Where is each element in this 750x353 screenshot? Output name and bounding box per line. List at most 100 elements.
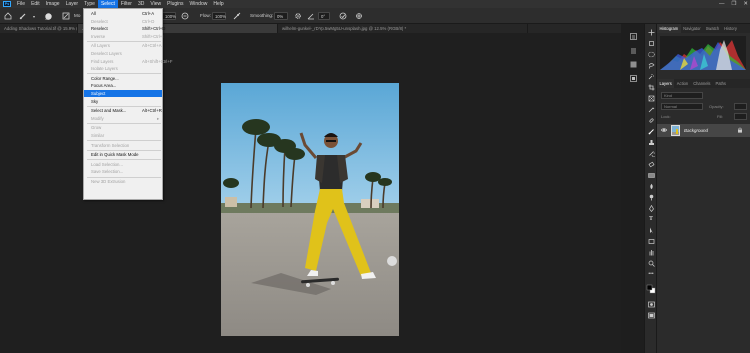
symmetry-icon[interactable] bbox=[354, 11, 364, 21]
lasso-tool-icon[interactable] bbox=[646, 61, 656, 69]
menu-file[interactable]: File bbox=[14, 0, 28, 8]
panel-tab-swatch[interactable]: Swatch bbox=[703, 24, 721, 33]
adjustments-panel-icon[interactable] bbox=[629, 60, 638, 69]
menu-item-similar[interactable]: Similar bbox=[84, 132, 162, 139]
menu-item-deselect-layers[interactable]: Deselect Layers bbox=[84, 50, 162, 57]
menu-select[interactable]: Select bbox=[97, 0, 118, 8]
gradient-tool-icon[interactable] bbox=[646, 171, 656, 179]
type-tool-icon[interactable]: T bbox=[646, 215, 656, 223]
menu-plugins[interactable]: Plugins bbox=[164, 0, 186, 8]
blur-tool-icon[interactable] bbox=[646, 182, 656, 190]
crop-tool-icon[interactable] bbox=[646, 83, 656, 91]
libraries-panel-icon[interactable] bbox=[629, 74, 638, 83]
menu-item-all-layers[interactable]: All Layers Alt+Ctrl+A bbox=[84, 42, 162, 49]
menu-item-inverse[interactable]: Inverse Shift+Ctrl+I bbox=[84, 33, 164, 40]
brush-tool-icon[interactable] bbox=[18, 11, 28, 21]
history-panel-icon[interactable] bbox=[629, 32, 638, 41]
eye-icon[interactable] bbox=[660, 127, 668, 133]
flow-field[interactable]: 100% bbox=[212, 12, 226, 20]
panel-tab-histogram[interactable]: Histogram bbox=[657, 24, 681, 33]
more-tools-icon[interactable]: ••• bbox=[646, 270, 656, 278]
menu-window[interactable]: Window bbox=[187, 0, 211, 8]
chevron-down-icon[interactable]: ▾ bbox=[29, 11, 39, 21]
menu-image[interactable]: Image bbox=[43, 0, 63, 8]
menu-item-subject[interactable]: Subject bbox=[84, 90, 162, 97]
menu-item-edit-in-quick-mask-mode[interactable]: Edit in Quick Mask Mode bbox=[84, 151, 162, 158]
color-swatches-icon[interactable] bbox=[646, 282, 656, 296]
pressure-size-icon[interactable] bbox=[338, 11, 348, 21]
minimize-button[interactable]: — bbox=[719, 0, 725, 8]
menu-item-transform-selection[interactable]: Transform Selection bbox=[84, 142, 162, 149]
panel-tab-navigator[interactable]: Navigator bbox=[681, 24, 704, 33]
menu-type[interactable]: Type bbox=[81, 0, 98, 8]
history-brush-tool-icon[interactable] bbox=[646, 149, 656, 157]
dodge-tool-icon[interactable] bbox=[646, 193, 656, 201]
menu-item-deselect[interactable]: Deselect Ctrl+D bbox=[84, 18, 162, 25]
pressure-opacity-icon[interactable] bbox=[180, 11, 190, 21]
menu-item-shortcut: Ctrl+D bbox=[142, 18, 155, 24]
close-button[interactable]: ✕ bbox=[743, 0, 748, 8]
menu-item-grow[interactable]: Grow bbox=[84, 124, 162, 131]
menu-item-shortcut: Alt+Ctrl+A bbox=[142, 43, 162, 49]
menu-item-all[interactable]: All Ctrl+A bbox=[84, 10, 162, 17]
menu-filter[interactable]: Filter bbox=[118, 0, 135, 8]
smoothing-field[interactable]: 0% bbox=[274, 12, 288, 20]
menu-item-save-selection[interactable]: Save Selection... bbox=[84, 168, 162, 175]
layer-row-background[interactable]: Background bbox=[657, 124, 750, 137]
object-selection-tool-icon[interactable] bbox=[646, 72, 656, 80]
zoom-tool-icon[interactable] bbox=[646, 259, 656, 267]
panel-tab-channels[interactable]: Channels bbox=[691, 79, 713, 88]
pen-tool-icon[interactable] bbox=[646, 204, 656, 212]
menu-help[interactable]: Help bbox=[210, 0, 226, 8]
eraser-tool-icon[interactable] bbox=[646, 160, 656, 168]
gear-icon[interactable] bbox=[293, 11, 303, 21]
path-selection-tool-icon[interactable] bbox=[646, 226, 656, 234]
artboard-tool-icon[interactable] bbox=[646, 39, 656, 47]
maximize-button[interactable]: ❐ bbox=[731, 0, 736, 8]
menu-item-reselect[interactable]: Reselect Shift+Ctrl+D bbox=[84, 25, 165, 32]
clone-stamp-tool-icon[interactable] bbox=[646, 138, 656, 146]
quick-mask-icon[interactable] bbox=[646, 300, 656, 308]
properties-panel-icon[interactable] bbox=[629, 46, 638, 55]
panel-tab-layers[interactable]: Layers bbox=[657, 79, 675, 88]
layer-opacity-field[interactable] bbox=[734, 103, 747, 110]
screen-mode-icon[interactable] bbox=[646, 311, 656, 319]
menu-item-focus-area[interactable]: Focus Area... bbox=[84, 82, 162, 89]
menu-item-find-layers[interactable]: Find Layers Alt+Shift+Ctrl+F bbox=[84, 58, 172, 65]
layer-fill-field[interactable] bbox=[734, 113, 747, 120]
menu-item-load-selection[interactable]: Load Selection... bbox=[84, 161, 162, 168]
window-controls: — ❐ ✕ bbox=[719, 0, 748, 8]
hand-tool-icon[interactable] bbox=[646, 248, 656, 256]
menu-item-modify[interactable]: Modify ▸ bbox=[84, 115, 162, 122]
document-tab[interactable]: wilhelm-gunkel-_rDYp.5wMg5U-unsplash.jpg… bbox=[278, 24, 528, 33]
home-icon[interactable] bbox=[3, 11, 13, 21]
menu-item-new-3d-extrusion[interactable]: New 3D Extrusion bbox=[84, 178, 162, 185]
opacity-field[interactable]: 100% bbox=[162, 12, 176, 20]
healing-brush-tool-icon[interactable] bbox=[646, 116, 656, 124]
menu-item-color-range[interactable]: Color Range... bbox=[84, 75, 162, 82]
marquee-tool-icon[interactable] bbox=[646, 50, 656, 58]
frame-tool-icon[interactable] bbox=[646, 94, 656, 102]
tools-panel: T ••• bbox=[644, 24, 657, 353]
rectangle-tool-icon[interactable] bbox=[646, 237, 656, 245]
panel-tab-action[interactable]: Action bbox=[674, 79, 690, 88]
document-image[interactable] bbox=[221, 83, 399, 336]
menu-item-sky[interactable]: Sky bbox=[84, 98, 162, 105]
menu-item-select-and-mask[interactable]: Select and Mask... Alt+Ctrl+R bbox=[84, 107, 162, 114]
brush-tool-icon-side[interactable] bbox=[646, 127, 656, 135]
menu-3d[interactable]: 3D bbox=[135, 0, 147, 8]
panel-tab-paths[interactable]: Paths bbox=[713, 79, 728, 88]
document-tab[interactable]: Adding Shadows Tutorial.tif @ 15.9% (RGB… bbox=[0, 24, 78, 33]
angle-field[interactable]: 0° bbox=[318, 12, 330, 20]
airbrush-icon[interactable] bbox=[232, 11, 242, 21]
move-tool-icon[interactable] bbox=[646, 28, 656, 36]
menu-edit[interactable]: Edit bbox=[28, 0, 43, 8]
blend-mode-select[interactable]: Normal bbox=[661, 103, 703, 110]
eyedropper-tool-icon[interactable] bbox=[646, 105, 656, 113]
menu-item-isolate-layers[interactable]: Isolate Layers bbox=[84, 65, 162, 72]
brush-settings-icon[interactable] bbox=[61, 11, 71, 21]
menu-layer[interactable]: Layer bbox=[63, 0, 82, 8]
filter-kind-field[interactable]: Kind bbox=[661, 92, 703, 99]
panel-tab-history[interactable]: History bbox=[722, 24, 740, 33]
menu-view[interactable]: View bbox=[147, 0, 164, 8]
